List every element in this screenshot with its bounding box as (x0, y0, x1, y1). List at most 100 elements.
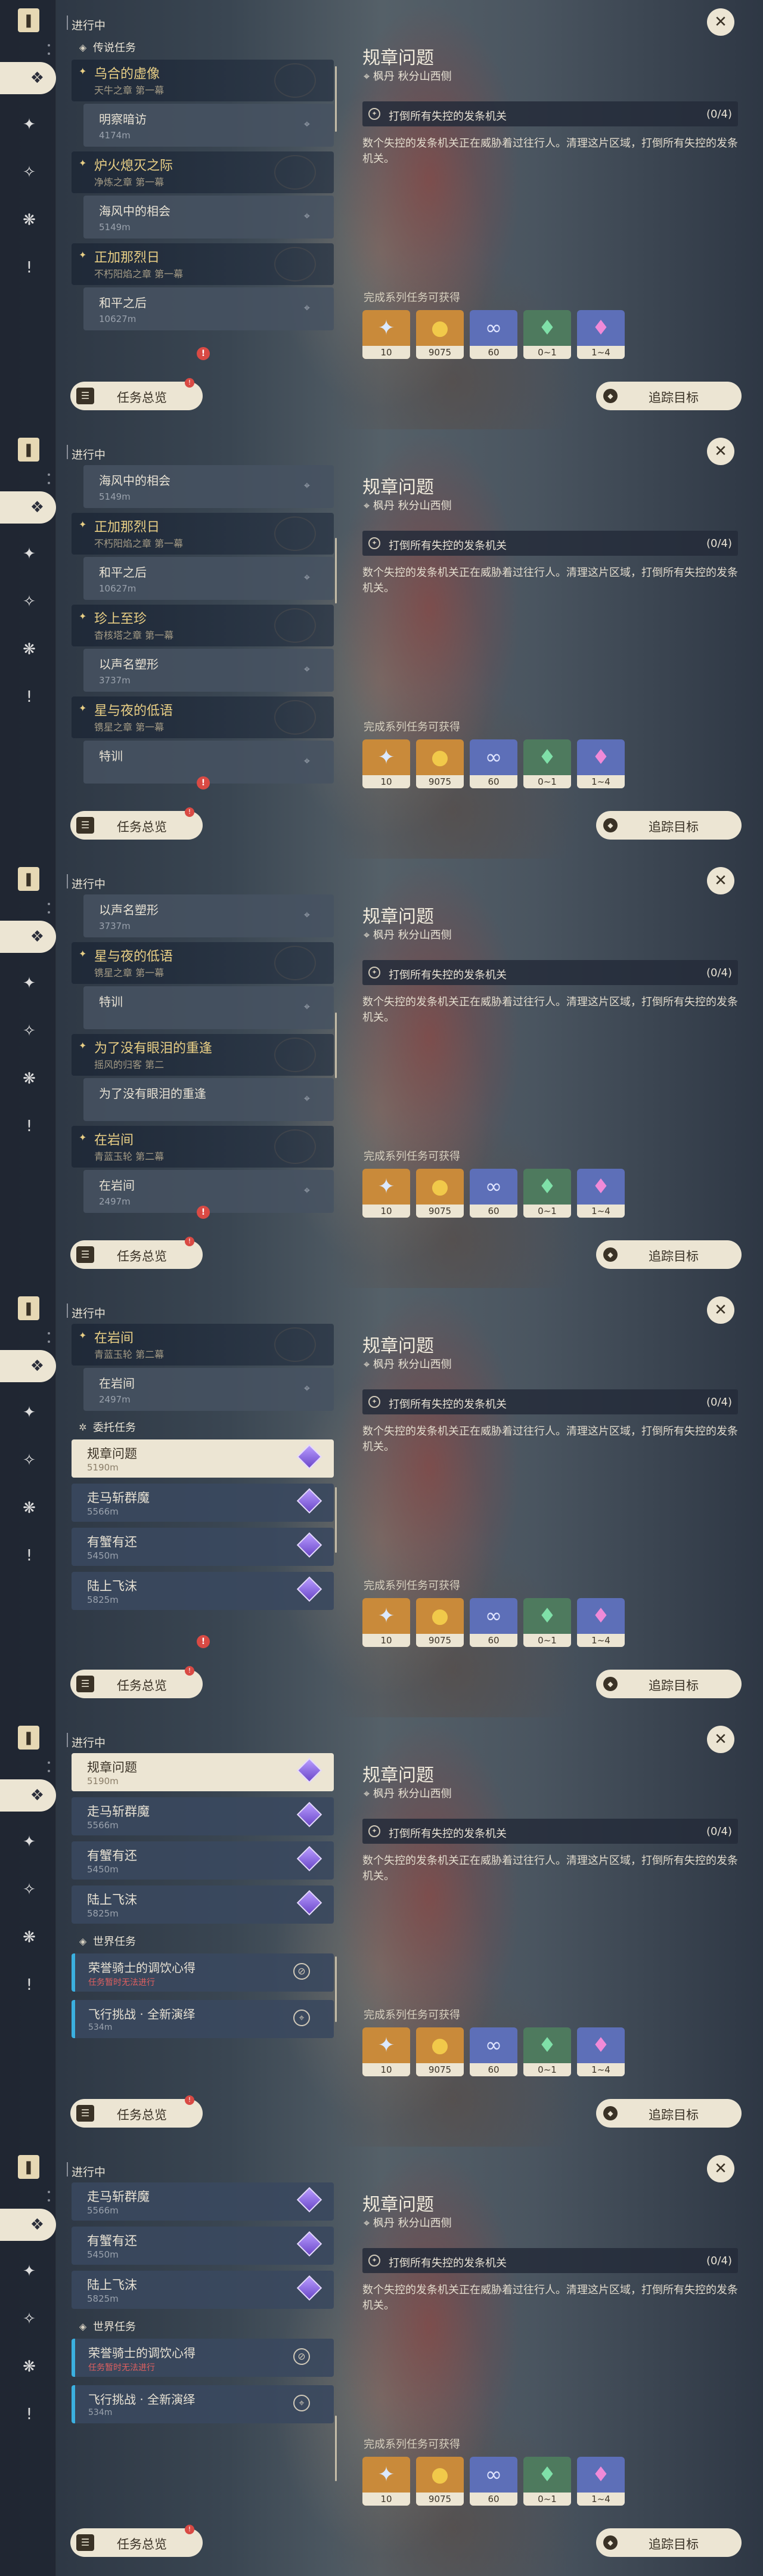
all-quests-tab-icon[interactable]: ❖ (0, 2209, 56, 2241)
track-target-button[interactable]: ◆ 追踪目标 (596, 1240, 742, 1269)
archon-quest-tab-icon[interactable]: ✦ (14, 968, 44, 998)
reward-item[interactable]: ∞ 60 (470, 2027, 517, 2076)
quest-chapter-group[interactable]: ✦ 乌合的虚像 天牛之章 第一幕 (72, 60, 334, 101)
story-quest-tab-icon[interactable]: ✧ (14, 2304, 44, 2334)
track-target-button[interactable]: ◆ 追踪目标 (596, 382, 742, 410)
reward-item[interactable]: ∞ 60 (470, 1598, 517, 1647)
quest-step-item[interactable]: 特训 ⌖ (83, 986, 334, 1029)
reward-item[interactable]: ♦ 0~1 (523, 1598, 571, 1647)
reward-item[interactable]: ♦ 0~1 (523, 739, 571, 788)
commission-quest-row[interactable]: 规章问题 5190m (72, 1439, 334, 1478)
commission-quest-row[interactable]: 走马斩群魔 5566m (72, 1484, 334, 1522)
close-icon[interactable]: ✕ (707, 2155, 734, 2182)
world-quest-action-icon[interactable]: ⌖ (293, 2010, 310, 2026)
reward-item[interactable]: ♦ 1~4 (577, 739, 625, 788)
quest-book-icon[interactable]: ❚ (18, 867, 39, 891)
quest-step-item[interactable]: 以声名塑形 3737m ⌖ (83, 894, 334, 937)
reward-item[interactable]: ✦ 10 (362, 2027, 410, 2076)
quest-step-item[interactable]: 在岩间 2497m ⌖ (83, 1368, 334, 1411)
commission-tab-icon[interactable]: ! (14, 2399, 44, 2429)
reward-item[interactable]: ∞ 60 (470, 1169, 517, 1218)
story-quest-tab-icon[interactable]: ✧ (14, 1445, 44, 1475)
list-scrollbar[interactable] (335, 1487, 337, 1553)
track-target-button[interactable]: ◆ 追踪目标 (596, 2099, 742, 2128)
story-quest-tab-icon[interactable]: ✧ (14, 157, 44, 187)
archon-quest-tab-icon[interactable]: ✦ (14, 2256, 44, 2286)
quest-chapter-group[interactable]: ✦ 珍上至珍 杳核塔之章 第一幕 (72, 605, 334, 646)
reward-item[interactable]: ♦ 0~1 (523, 2457, 571, 2506)
close-icon[interactable]: ✕ (707, 1296, 734, 1324)
quest-step-item[interactable]: 特训 ⌖ (83, 741, 334, 784)
world-quest-action-icon[interactable]: ⊘ (293, 1963, 310, 1980)
list-scrollbar[interactable] (335, 2416, 337, 2482)
reward-item[interactable]: ✦ 10 (362, 739, 410, 788)
location-pin-icon[interactable]: ⌖ (304, 479, 310, 492)
reward-item[interactable]: ♦ 1~4 (577, 2027, 625, 2076)
quest-chapter-group[interactable]: ✦ 为了没有眼泪的重逢 摇风的归客 第二 (72, 1034, 334, 1076)
quest-chapter-group[interactable]: ✦ 炉火熄灭之际 净炼之章 第一幕 (72, 151, 334, 193)
close-icon[interactable]: ✕ (707, 438, 734, 465)
reward-item[interactable]: ✦ 10 (362, 1598, 410, 1647)
world-quest-tab-icon[interactable]: ❋ (14, 205, 44, 235)
location-pin-icon[interactable]: ⌖ (304, 1092, 310, 1105)
reward-item[interactable]: ✦ 10 (362, 1169, 410, 1218)
reward-item[interactable]: ✦ 10 (362, 2457, 410, 2506)
quest-overview-button[interactable]: ☰ 任务总览! (70, 378, 203, 410)
location-pin-icon[interactable]: ⌖ (304, 118, 310, 131)
quest-book-icon[interactable]: ❚ (18, 2155, 39, 2179)
story-quest-tab-icon[interactable]: ✧ (14, 1016, 44, 1046)
commission-quest-row[interactable]: 有蟹有还 5450m (72, 1841, 334, 1880)
location-pin-icon[interactable]: ⌖ (304, 571, 310, 584)
world-quest-action-icon[interactable]: ⊘ (293, 2348, 310, 2365)
quest-step-item[interactable]: 在岩间 2497m ⌖ (83, 1170, 334, 1213)
quest-book-icon[interactable]: ❚ (18, 1296, 39, 1320)
reward-item[interactable]: ● 9075 (416, 739, 464, 788)
reward-item[interactable]: ♦ 1~4 (577, 2457, 625, 2506)
reward-item[interactable]: ∞ 60 (470, 739, 517, 788)
list-scrollbar[interactable] (335, 1956, 337, 2022)
track-target-button[interactable]: ◆ 追踪目标 (596, 1670, 742, 1698)
quest-overview-button[interactable]: ☰ 任务总览! (70, 2525, 203, 2557)
world-quest-tab-icon[interactable]: ❋ (14, 2352, 44, 2382)
archon-quest-tab-icon[interactable]: ✦ (14, 539, 44, 569)
commission-quest-row[interactable]: 陆上飞沫 5825m (72, 1572, 334, 1610)
close-icon[interactable]: ✕ (707, 867, 734, 894)
quest-step-item[interactable]: 为了没有眼泪的重逢 ⌖ (83, 1078, 334, 1121)
close-icon[interactable]: ✕ (707, 1726, 734, 1753)
world-quest-tab-icon[interactable]: ❋ (14, 1064, 44, 1094)
quest-step-item[interactable]: 海风中的相会 5149m ⌖ (83, 196, 334, 239)
list-scrollbar[interactable] (335, 1013, 337, 1078)
all-quests-tab-icon[interactable]: ❖ (0, 1350, 56, 1382)
commission-quest-row[interactable]: 陆上飞沫 5825m (72, 2271, 334, 2309)
reward-item[interactable]: ● 9075 (416, 2027, 464, 2076)
reward-item[interactable]: ♦ 1~4 (577, 1169, 625, 1218)
commission-tab-icon[interactable]: ! (14, 1111, 44, 1141)
commission-quest-row[interactable]: 走马斩群魔 5566m (72, 1797, 334, 1835)
quest-book-icon[interactable]: ❚ (18, 438, 39, 462)
commission-tab-icon[interactable]: ! (14, 253, 44, 283)
location-pin-icon[interactable]: ⌖ (304, 909, 310, 921)
quest-overview-button[interactable]: ☰ 任务总览! (70, 2095, 203, 2128)
close-icon[interactable]: ✕ (707, 8, 734, 36)
archon-quest-tab-icon[interactable]: ✦ (14, 110, 44, 140)
quest-book-icon[interactable]: ❚ (18, 1726, 39, 1750)
reward-item[interactable]: ♦ 1~4 (577, 310, 625, 359)
commission-quest-row[interactable]: 规章问题 5190m (72, 1753, 334, 1791)
story-quest-tab-icon[interactable]: ✧ (14, 587, 44, 617)
all-quests-tab-icon[interactable]: ❖ (0, 491, 56, 524)
world-quest-tab-icon[interactable]: ❋ (14, 1922, 44, 1952)
quest-step-item[interactable]: 以声名塑形 3737m ⌖ (83, 649, 334, 692)
quest-step-item[interactable]: 和平之后 10627m ⌖ (83, 557, 334, 600)
reward-item[interactable]: ∞ 60 (470, 2457, 517, 2506)
quest-overview-button[interactable]: ☰ 任务总览! (70, 1666, 203, 1698)
quest-step-item[interactable]: 海风中的相会 5149m ⌖ (83, 465, 334, 508)
archon-quest-tab-icon[interactable]: ✦ (14, 1398, 44, 1428)
archon-quest-tab-icon[interactable]: ✦ (14, 1827, 44, 1857)
commission-quest-row[interactable]: 陆上飞沫 5825m (72, 1885, 334, 1924)
quest-chapter-group[interactable]: ✦ 星与夜的低语 镌星之章 第一幕 (72, 696, 334, 738)
quest-chapter-group[interactable]: ✦ 正加那烈日 不朽阳焰之章 第一幕 (72, 243, 334, 285)
track-target-button[interactable]: ◆ 追踪目标 (596, 811, 742, 840)
reward-item[interactable]: ♦ 1~4 (577, 1598, 625, 1647)
quest-chapter-group[interactable]: ✦ 星与夜的低语 镌星之章 第一幕 (72, 942, 334, 984)
all-quests-tab-icon[interactable]: ❖ (0, 62, 56, 94)
